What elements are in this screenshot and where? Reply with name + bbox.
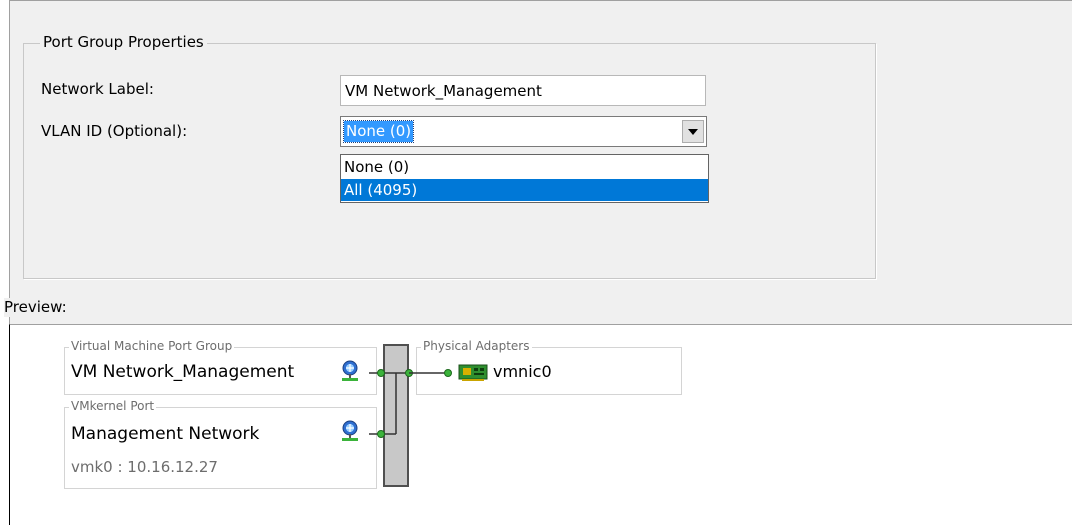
vlan-dropdown-list: None (0) All (4095)	[340, 154, 709, 203]
groupbox-title: Port Group Properties	[40, 33, 207, 52]
dropdown-arrow-button[interactable]	[682, 120, 704, 143]
vmkernel-port-box[interactable]: VMkernel Port Management Network vmk0 : …	[64, 399, 377, 489]
vmkernel-port-address: vmk0 : 10.16.12.27	[71, 458, 218, 476]
network-label-label: Network Label:	[41, 80, 154, 98]
vmkernel-port-name: Management Network	[71, 424, 260, 444]
vmkernel-port-title: VMkernel Port	[69, 399, 157, 414]
physical-adapters-box[interactable]: Physical Adapters vmnic0	[416, 339, 682, 395]
vm-port-group-name: VM Network_Management	[71, 362, 295, 382]
vlan-id-label: VLAN ID (Optional):	[41, 122, 188, 140]
network-label-input[interactable]	[340, 75, 706, 106]
nic-card-icon	[458, 364, 488, 381]
physical-adapters-title: Physical Adapters	[421, 339, 532, 354]
chevron-down-icon	[688, 128, 698, 135]
network-port-icon	[342, 420, 358, 441]
vswitch-bar	[383, 344, 409, 487]
vlan-selected-value: None (0)	[342, 120, 415, 143]
network-port-icon	[342, 360, 358, 381]
vm-port-group-title: Virtual Machine Port Group	[69, 339, 235, 354]
physical-adapter-name: vmnic0	[493, 362, 552, 381]
vlan-option-all[interactable]: All (4095)	[341, 179, 708, 201]
vm-port-group-box[interactable]: Virtual Machine Port Group VM Network_Ma…	[64, 339, 377, 395]
preview-label: Preview:	[4, 298, 67, 317]
vlan-option-none[interactable]: None (0)	[341, 156, 708, 178]
vlan-id-select[interactable]: None (0)	[340, 116, 707, 147]
